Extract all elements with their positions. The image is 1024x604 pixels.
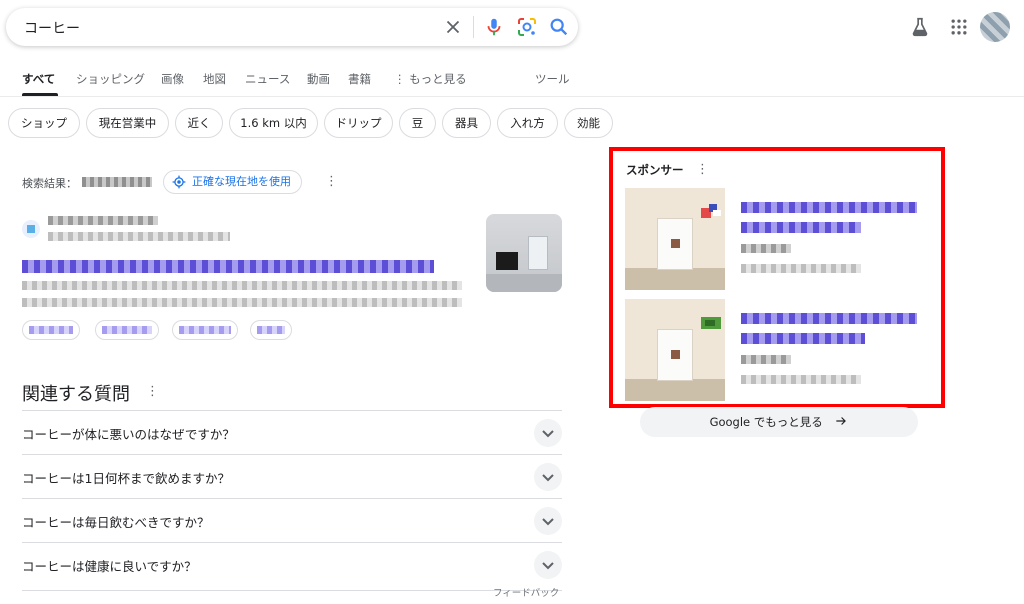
tab-books[interactable]: 書籍 bbox=[348, 71, 371, 87]
google-lens-icon[interactable] bbox=[515, 15, 539, 39]
chip-drip[interactable]: ドリップ bbox=[324, 108, 393, 138]
tab-more[interactable]: ⋮ もっと見る bbox=[394, 71, 467, 87]
precise-location-label: 正確な現在地を使用 bbox=[192, 175, 291, 188]
redacted-snippet-line-2 bbox=[22, 298, 462, 307]
related-question-text: コーヒーは健康に良いですか？ bbox=[22, 559, 197, 574]
apps-grid-icon[interactable] bbox=[949, 17, 969, 37]
tab-videos[interactable]: 動画 bbox=[307, 71, 330, 87]
search-divider bbox=[473, 16, 474, 38]
sponsored-more-icon[interactable]: ⋮ bbox=[696, 163, 709, 176]
tab-tools[interactable]: ツール bbox=[535, 71, 570, 87]
redacted-product-title-2[interactable] bbox=[741, 333, 865, 344]
redacted-site-name bbox=[48, 216, 158, 225]
redacted-product-title-1[interactable] bbox=[741, 202, 917, 213]
redacted-product-title-2[interactable] bbox=[741, 222, 861, 233]
product-text bbox=[731, 188, 928, 290]
location-more-icon[interactable]: ⋮ bbox=[325, 175, 338, 188]
use-precise-location-button[interactable]: 正確な現在地を使用 bbox=[163, 170, 302, 194]
tab-maps[interactable]: 地図 bbox=[203, 71, 226, 87]
search-tabs: すべて ショッピング 画像 地図 ニュース 動画 書籍 ⋮ もっと見る ツール bbox=[0, 64, 1024, 97]
chip-open-now[interactable]: 現在営業中 bbox=[86, 108, 169, 138]
related-question-text: コーヒーが体に悪いのはなぜですか？ bbox=[22, 427, 235, 442]
redacted-product-price bbox=[741, 244, 791, 253]
search-icon[interactable] bbox=[548, 16, 570, 38]
result-thumbnail[interactable] bbox=[486, 214, 562, 292]
redacted-sitelink-3[interactable] bbox=[172, 320, 238, 340]
redacted-sitelink-1[interactable] bbox=[22, 320, 80, 340]
chip-benefits[interactable]: 効能 bbox=[564, 108, 613, 138]
redacted-product-merchant bbox=[741, 264, 861, 273]
redacted-product-price bbox=[741, 355, 791, 364]
sponsored-product-card[interactable] bbox=[625, 299, 928, 401]
related-questions-more-icon[interactable]: ⋮ bbox=[146, 385, 159, 398]
related-question-text: コーヒーは1日何杯まで飲めますか？ bbox=[22, 471, 230, 486]
chip-shop[interactable]: ショップ bbox=[8, 108, 80, 138]
chevron-down-icon[interactable] bbox=[534, 551, 562, 579]
sponsored-product-card[interactable] bbox=[625, 188, 928, 290]
redacted-product-merchant bbox=[741, 375, 861, 384]
sponsored-title: スポンサー bbox=[626, 163, 684, 177]
feedback-link[interactable]: フィードバック bbox=[493, 585, 559, 599]
labs-flask-icon[interactable] bbox=[909, 16, 931, 38]
related-questions-divider bbox=[22, 590, 562, 591]
result-favicon bbox=[22, 220, 40, 238]
avatar[interactable] bbox=[980, 12, 1010, 42]
redacted-product-title-1[interactable] bbox=[741, 313, 917, 324]
location-target-icon bbox=[172, 175, 186, 189]
product-image bbox=[625, 188, 725, 290]
related-question-row[interactable]: コーヒーは毎日飲むべきですか？ bbox=[22, 498, 562, 542]
redacted-result-title-link[interactable] bbox=[22, 260, 434, 273]
clear-icon[interactable] bbox=[442, 16, 464, 38]
tab-shopping[interactable]: ショッピング bbox=[76, 71, 145, 87]
redacted-site-url bbox=[48, 232, 230, 241]
redacted-sitelink-4[interactable] bbox=[250, 320, 292, 340]
chip-nearby[interactable]: 近く bbox=[175, 108, 223, 138]
redacted-sitelink-2[interactable] bbox=[95, 320, 159, 340]
redacted-location bbox=[82, 177, 152, 187]
tab-news[interactable]: ニュース bbox=[245, 71, 290, 87]
product-image bbox=[625, 299, 725, 401]
product-text bbox=[731, 299, 928, 401]
chip-beans[interactable]: 豆 bbox=[399, 108, 436, 138]
search-bar[interactable]: コーヒー bbox=[6, 8, 578, 46]
more-on-google-label: Google でもっと見る bbox=[709, 415, 823, 429]
related-questions-title: 関連する質問 bbox=[22, 384, 130, 405]
related-question-row[interactable]: コーヒーは1日何杯まで飲めますか？ bbox=[22, 454, 562, 498]
tab-all[interactable]: すべて bbox=[22, 71, 55, 87]
chevron-down-icon[interactable] bbox=[534, 419, 562, 447]
redacted-snippet-line-1 bbox=[22, 281, 462, 290]
chevron-down-icon[interactable] bbox=[534, 463, 562, 491]
microphone-icon[interactable] bbox=[483, 15, 505, 39]
related-question-row[interactable]: コーヒーが体に悪いのはなぜですか？ bbox=[22, 410, 562, 454]
results-location-label: 検索結果： bbox=[22, 177, 77, 190]
active-tab-indicator bbox=[22, 93, 58, 96]
more-on-google-button[interactable]: Google でもっと見る bbox=[640, 407, 918, 437]
arrow-right-icon bbox=[836, 417, 847, 425]
chip-distance[interactable]: 1.6 km 以内 bbox=[229, 108, 318, 138]
related-question-text: コーヒーは毎日飲むべきですか？ bbox=[22, 515, 210, 530]
chip-how-to-brew[interactable]: 入れ方 bbox=[497, 108, 558, 138]
chip-equipment[interactable]: 器具 bbox=[442, 108, 491, 138]
chevron-down-icon[interactable] bbox=[534, 507, 562, 535]
tab-images[interactable]: 画像 bbox=[161, 71, 184, 87]
related-question-row[interactable]: コーヒーは健康に良いですか？ bbox=[22, 542, 562, 586]
search-input[interactable]: コーヒー bbox=[24, 18, 80, 38]
